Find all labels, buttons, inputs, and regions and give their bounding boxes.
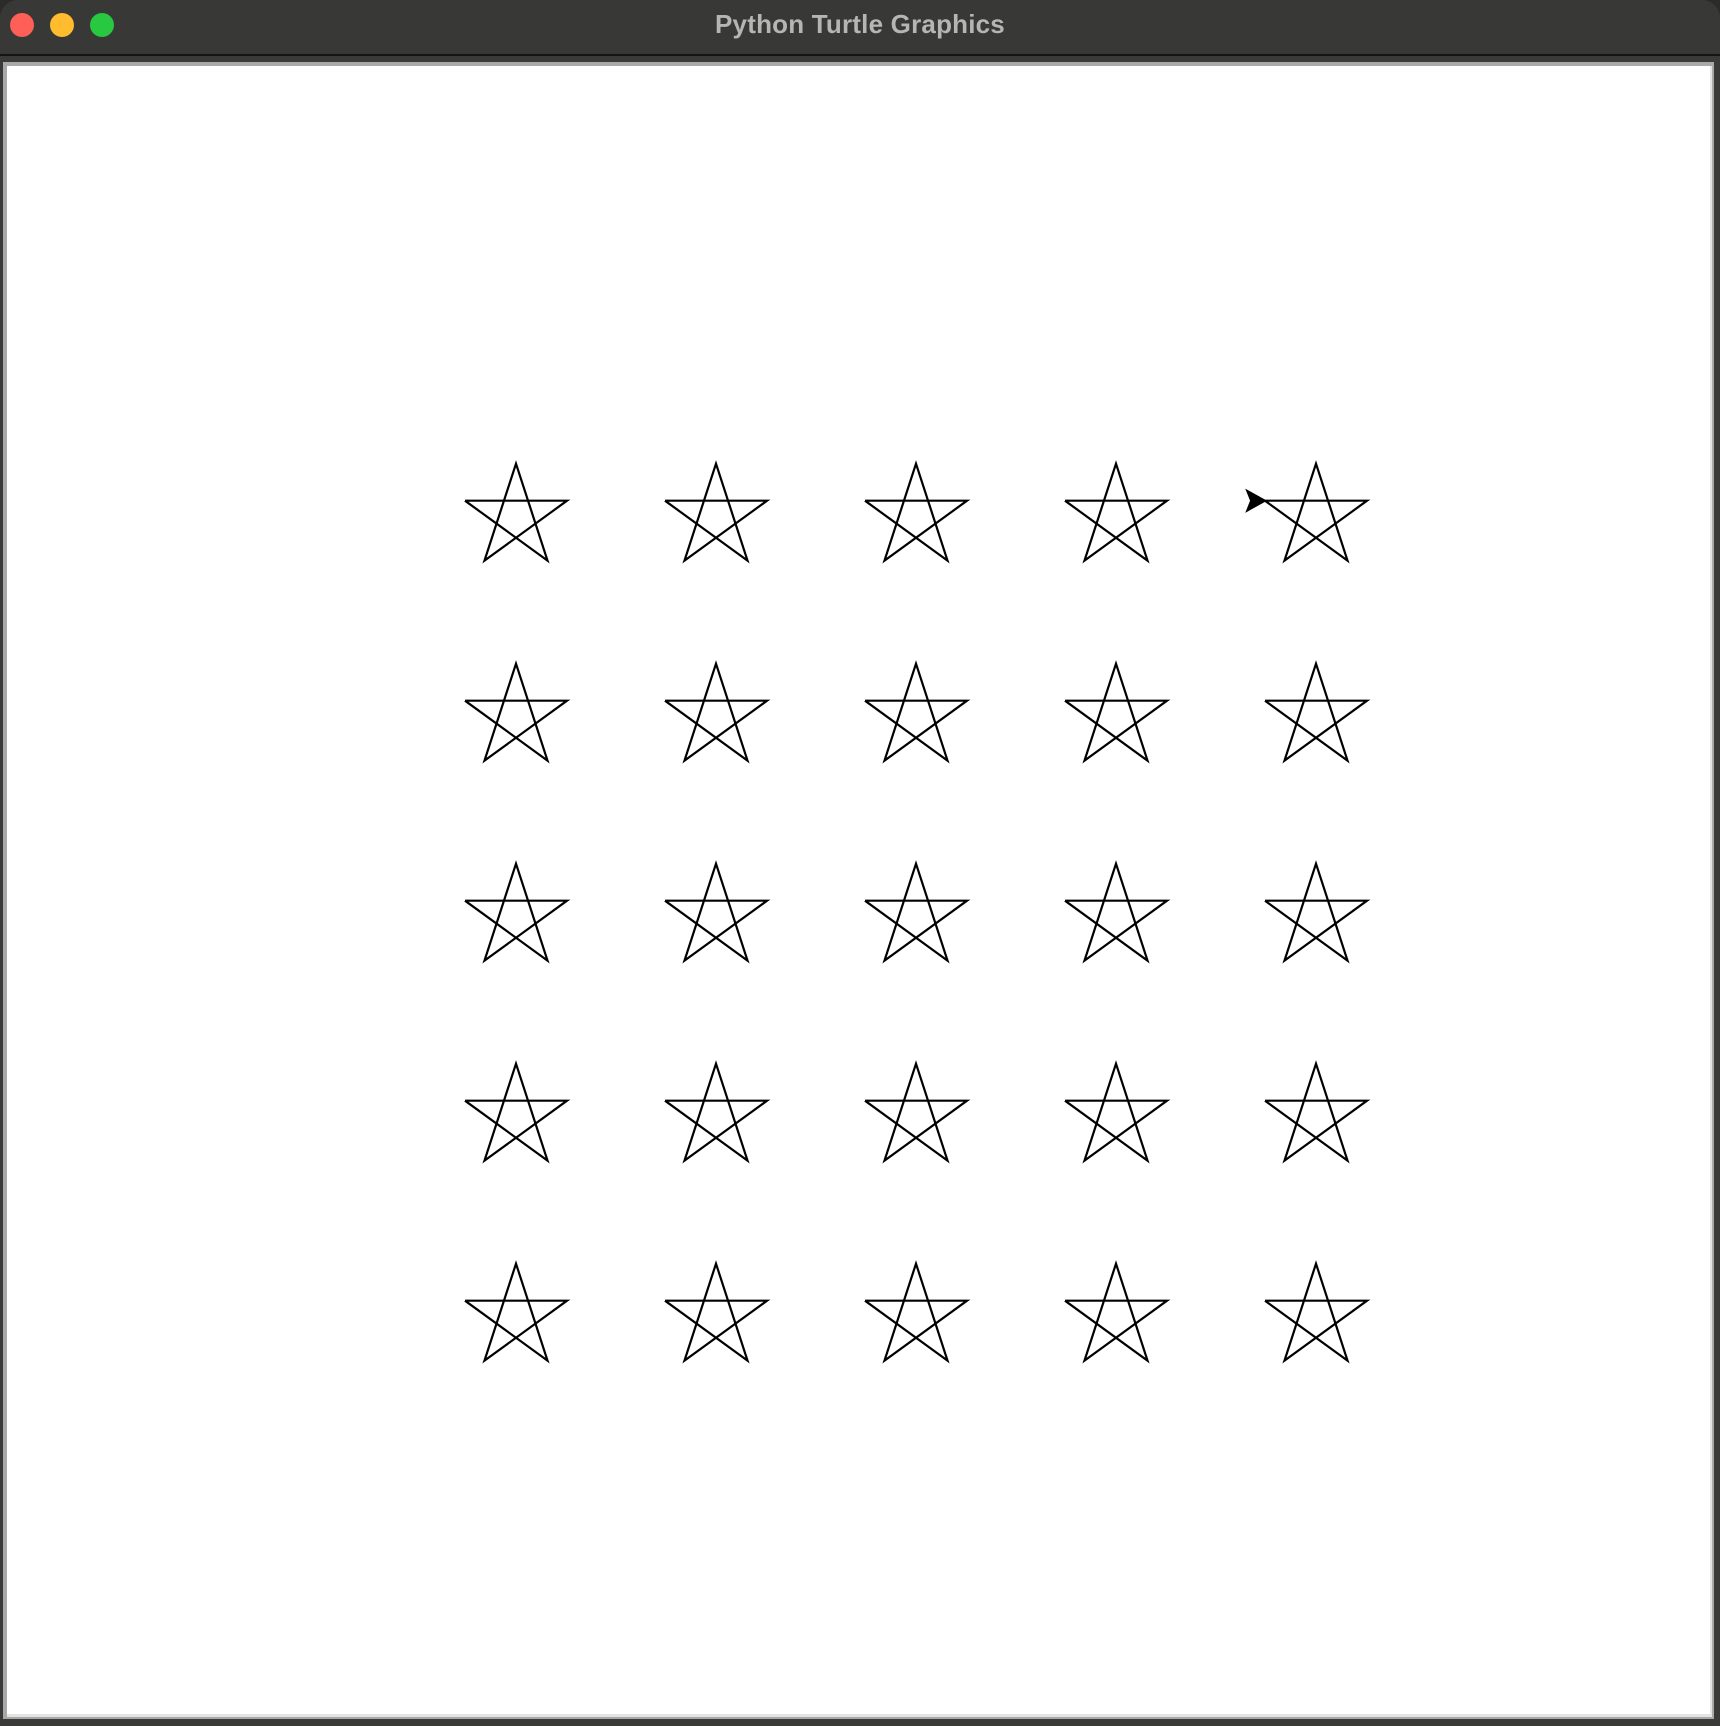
- star-r4-c5: [1264, 1060, 1371, 1164]
- star-r5-c2: [664, 1260, 771, 1364]
- star-r5-c1: [464, 1260, 571, 1364]
- star-r4-c4: [1064, 1060, 1171, 1164]
- star-r1-c4: [1064, 460, 1171, 564]
- star-r2-c4: [1064, 660, 1171, 764]
- title-bar[interactable]: Python Turtle Graphics: [0, 0, 1720, 56]
- star-r3-c4: [1064, 860, 1171, 964]
- star-r4-c1: [464, 1060, 571, 1164]
- star-r2-c5: [1264, 660, 1371, 764]
- turtle-cursor-icon: [1245, 488, 1268, 513]
- star-r1-c2: [664, 460, 771, 564]
- star-r3-c1: [464, 860, 571, 964]
- star-r5-c3: [864, 1260, 971, 1364]
- star-r2-c1: [464, 660, 571, 764]
- star-r3-c3: [864, 860, 971, 964]
- star-r1-c3: [864, 460, 971, 564]
- star-r1-c1: [464, 460, 571, 564]
- star-r5-c4: [1064, 1260, 1171, 1364]
- turtle-canvas[interactable]: [7, 66, 1712, 1717]
- star-r2-c2: [664, 660, 771, 764]
- star-r2-c3: [864, 660, 971, 764]
- star-r4-c3: [864, 1060, 971, 1164]
- star-r4-c2: [664, 1060, 771, 1164]
- star-r1-c5: [1264, 460, 1371, 564]
- star-r3-c2: [664, 860, 771, 964]
- canvas-frame: [3, 62, 1714, 1719]
- star-r3-c5: [1264, 860, 1371, 964]
- star-r5-c5: [1264, 1260, 1371, 1364]
- window-title: Python Turtle Graphics: [715, 9, 1005, 39]
- drawing-surface: [464, 460, 1371, 1364]
- turtle-window: Python Turtle Graphics: [0, 0, 1720, 1726]
